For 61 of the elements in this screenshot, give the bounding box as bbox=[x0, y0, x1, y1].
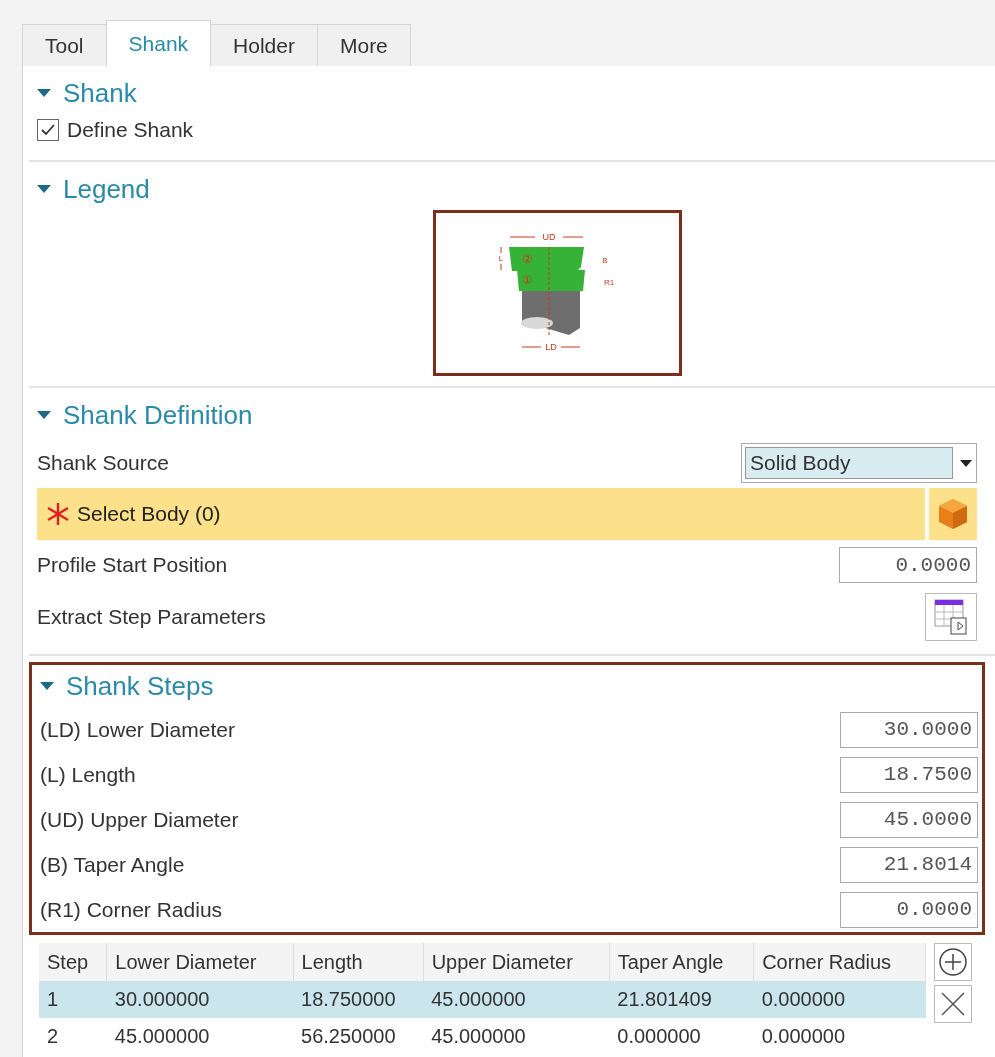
section-header[interactable]: Shank Definition bbox=[37, 398, 977, 432]
checkmark-icon bbox=[40, 123, 56, 137]
dimension-line bbox=[509, 236, 536, 238]
table-cell: 21.801409 bbox=[609, 981, 754, 1018]
column-header: Lower Diameter bbox=[106, 943, 294, 981]
dimension-line bbox=[500, 246, 502, 254]
section-header[interactable]: Legend bbox=[37, 172, 977, 206]
dimension-label: UD bbox=[542, 233, 556, 242]
number-field[interactable]: 18.7500 bbox=[840, 756, 978, 793]
tab[interactable]: Tool bbox=[22, 24, 107, 66]
dropdown-arrow-icon bbox=[959, 458, 973, 468]
column-header: Corner Radius bbox=[753, 943, 926, 981]
step-number: ② bbox=[521, 252, 533, 266]
source-dropdown[interactable]: Solid Body bbox=[741, 443, 977, 483]
section-header[interactable]: Shank bbox=[37, 76, 977, 110]
table-cell: 0.000000 bbox=[753, 981, 926, 1018]
field-label: (UD) Upper Diameter bbox=[40, 807, 239, 832]
field-label: (R1) Corner Radius bbox=[40, 897, 223, 922]
column-header: Taper Angle bbox=[609, 943, 754, 981]
table-cell: 30.000000 bbox=[106, 981, 294, 1018]
field-label: (B) Taper Angle bbox=[40, 852, 185, 877]
number-field[interactable]: 0.0000 bbox=[840, 891, 978, 928]
dimension-label: L bbox=[498, 254, 504, 263]
section-header[interactable]: Shank Steps bbox=[40, 669, 978, 703]
number-field[interactable]: 45.0000 bbox=[840, 801, 978, 838]
field-label: (L) Length bbox=[40, 762, 136, 787]
dimension-label: R1 bbox=[603, 278, 615, 287]
add-icon bbox=[938, 947, 968, 977]
table-row[interactable]: 2 45.000000 56.250000 45.000000 0.000000 0.000000 bbox=[39, 1018, 926, 1055]
number-field[interactable]: 21.8014 bbox=[840, 846, 978, 883]
table-cell: 1 bbox=[39, 981, 107, 1018]
delete-button[interactable] bbox=[934, 985, 972, 1023]
close-icon bbox=[939, 990, 967, 1018]
field-label: Profile Start Position bbox=[37, 553, 228, 577]
table-cell: 18.750000 bbox=[293, 981, 424, 1018]
required-icon bbox=[45, 501, 71, 527]
field-label: (LD) Lower Diameter bbox=[40, 717, 235, 742]
dimension-label: B bbox=[602, 256, 608, 265]
field-label: Extract Step Parameters bbox=[37, 605, 266, 629]
table-icon bbox=[933, 598, 969, 636]
define-shank-checkbox[interactable]: Define Shank bbox=[37, 110, 977, 150]
select-body-button[interactable]: Select Body (0) bbox=[37, 488, 925, 540]
column-header: Step bbox=[39, 943, 107, 981]
tab[interactable]: More bbox=[316, 24, 411, 66]
dimension-line bbox=[500, 263, 502, 271]
cube-icon bbox=[936, 497, 970, 531]
table-import-button[interactable] bbox=[925, 593, 977, 641]
number-field[interactable]: 0.0000 bbox=[839, 547, 977, 583]
field-label: Shank Source bbox=[37, 451, 169, 475]
dimension-label: LD bbox=[545, 342, 557, 352]
dimension-line bbox=[521, 346, 542, 348]
number-field[interactable]: 30.0000 bbox=[840, 711, 978, 748]
dimension-line bbox=[562, 236, 584, 238]
step-number: ① bbox=[521, 273, 533, 287]
tab[interactable]: Shank bbox=[105, 20, 212, 66]
column-header: Upper Diameter bbox=[423, 943, 610, 981]
column-header: Length bbox=[293, 943, 424, 981]
table-row[interactable]: 1 30.000000 18.750000 45.000000 21.801409 0.000000 bbox=[39, 981, 926, 1018]
dimension-line bbox=[560, 346, 581, 348]
add-button[interactable] bbox=[934, 943, 972, 981]
table-cell: 45.000000 bbox=[423, 981, 610, 1018]
